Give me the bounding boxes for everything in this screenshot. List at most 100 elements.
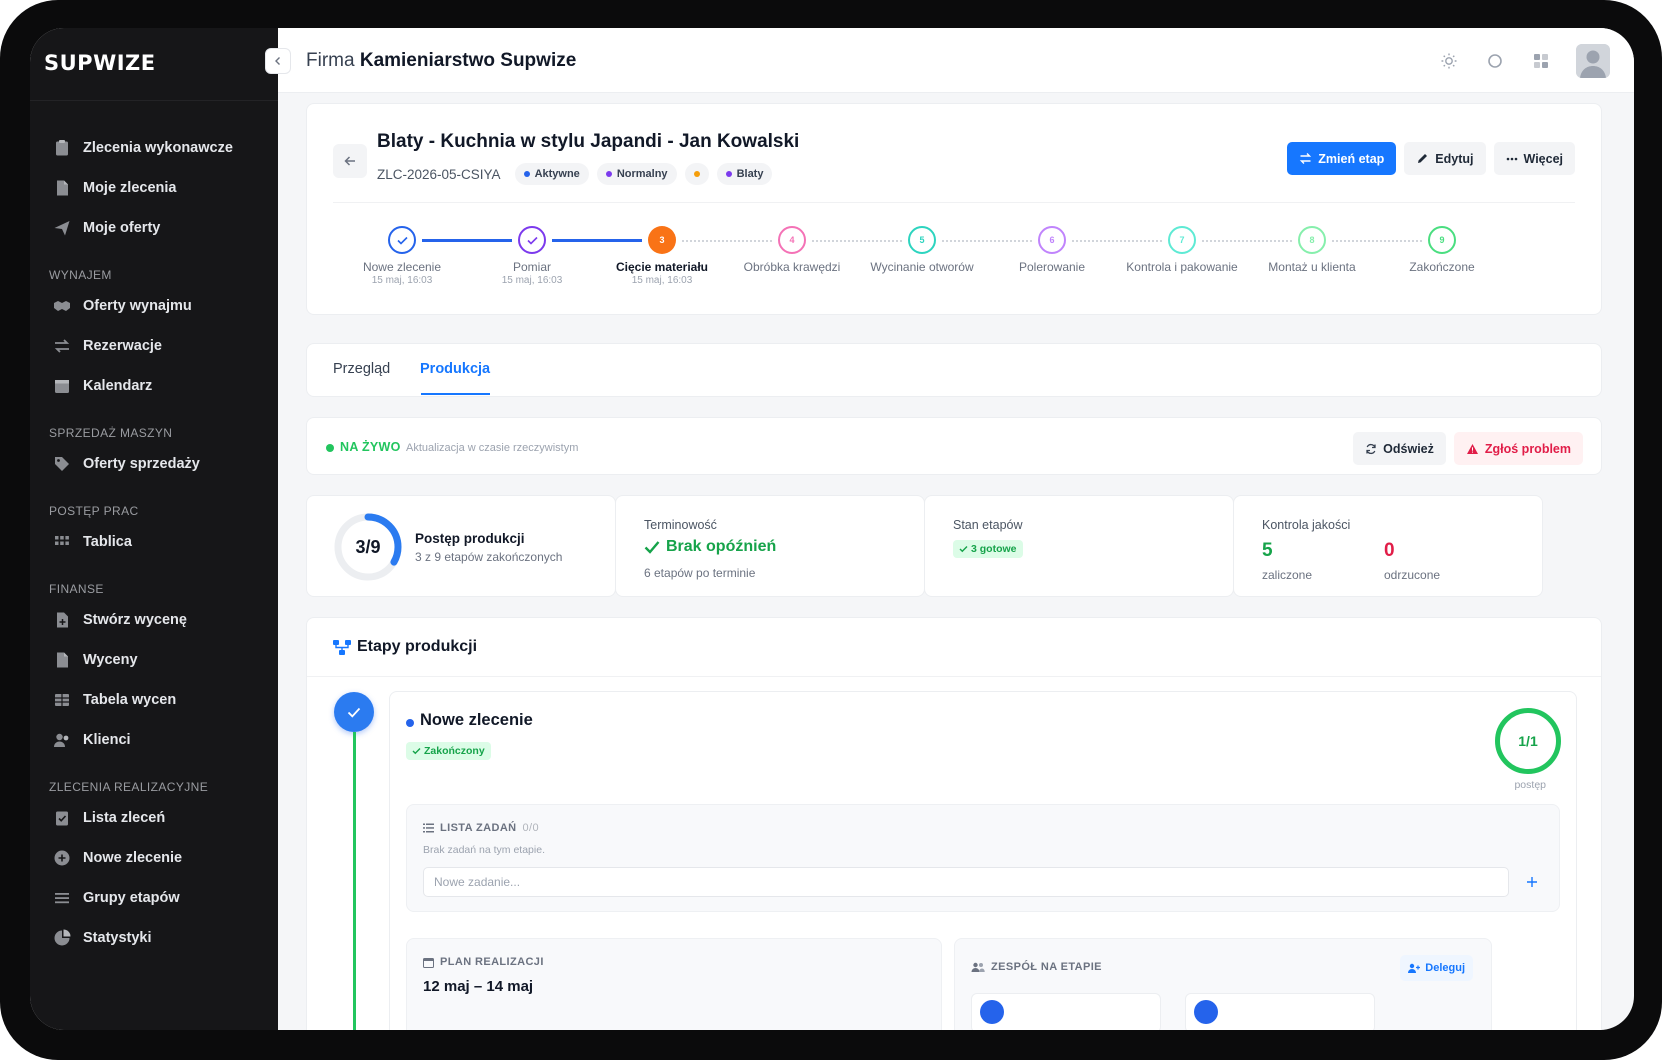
quality-rejected-count: 0 <box>1384 540 1395 561</box>
sidebar-item-tabela-wycen[interactable]: Tabela wycen <box>30 680 278 720</box>
sidebar-item-zlecenia-wykonawcze[interactable]: Zlecenia wykonawcze <box>30 128 278 168</box>
check-icon <box>347 707 361 718</box>
sidebar-section-title: POSTĘP PRAC <box>49 504 139 518</box>
stepper-step[interactable]: 4 Obróbka krawędzi <box>727 226 857 274</box>
sidebar-item-stwórz-wycenę[interactable]: Stwórz wycenę <box>30 600 278 640</box>
sidebar-item-kalendarz[interactable]: Kalendarz <box>30 366 278 406</box>
top-actions <box>1438 44 1610 78</box>
step-number: 3 <box>648 226 676 254</box>
step-label: Zakończone <box>1409 260 1475 274</box>
tab-production[interactable]: Produkcja <box>420 361 490 377</box>
member-avatar <box>1194 1000 1218 1024</box>
sidebar-item-label: Oferty sprzedaży <box>83 456 200 472</box>
sidebar-item-label: Wyceny <box>83 652 138 668</box>
sidebar-item-label: Klienci <box>83 732 131 748</box>
plan-header: PLAN REALIZACJI <box>423 956 544 968</box>
list-icon <box>423 823 434 833</box>
stage-progress-ring: 1/1 <box>1495 708 1561 774</box>
timeline-line <box>353 732 356 1030</box>
sidebar-item-wyceny[interactable]: Wyceny <box>30 640 278 680</box>
step-label: Nowe zlecenie <box>362 260 442 274</box>
refresh-button[interactable]: Odśwież <box>1353 432 1446 465</box>
sidebar-item-rezerwacje[interactable]: Rezerwacje <box>30 326 278 366</box>
sidebar-item-grupy-etapów[interactable]: Grupy etapów <box>30 878 278 918</box>
step-label: Obróbka krawędzi <box>743 260 841 274</box>
sidebar-item-statystyki[interactable]: Statystyki <box>30 918 278 958</box>
delegate-button[interactable]: Deleguj <box>1400 955 1473 981</box>
order-header-card: Blaty - Kuchnia w stylu Japandi - Jan Ko… <box>306 103 1602 315</box>
stepper-step[interactable]: Pomiar 15 maj, 16:03 <box>467 226 597 286</box>
sidebar-nav: Zlecenia wykonawcze Moje zlecenia Moje ofe… <box>30 128 278 958</box>
stepper-step[interactable]: 7 Kontrola i pakowanie <box>1117 226 1247 274</box>
top-bar: Firma Kamieniarstwo Supwize <box>265 28 1634 93</box>
sidebar-item-label: Zlecenia wykonawcze <box>83 140 233 156</box>
quality-passed-label: zaliczone <box>1262 568 1313 582</box>
stepper-step[interactable]: Nowe zlecenie 15 maj, 16:03 <box>337 226 467 286</box>
ready-badge-label: 3 gotowe <box>971 543 1017 555</box>
step-number: 8 <box>1298 226 1326 254</box>
live-indicator-dot <box>326 444 334 452</box>
stages-divider <box>307 676 1601 677</box>
sidebar-item-label: Moje zlecenia <box>83 180 177 196</box>
team-member-card[interactable] <box>1185 993 1375 1030</box>
sidebar-collapse-button[interactable] <box>265 48 291 74</box>
calendar-icon <box>53 377 71 395</box>
live-status-bar: NA ŻYWO Aktualizacja w czasie rzeczywist… <box>306 417 1602 475</box>
handshake-icon <box>53 297 71 315</box>
stage-stepper: Nowe zlecenie 15 maj, 16:03 Pomiar 15 maj, … <box>337 226 1507 296</box>
edit-label: Edytuj <box>1435 151 1474 166</box>
stepper-step[interactable]: 9 Zakończone <box>1377 226 1507 274</box>
sidebar-item-label: Nowe zlecenie <box>83 850 183 866</box>
stepper-step[interactable]: 6 Polerowanie <box>987 226 1117 274</box>
sun-icon[interactable] <box>1438 50 1460 72</box>
user-avatar[interactable] <box>1576 44 1610 78</box>
sidebar-item-oferty-sprzedaży[interactable]: Oferty sprzedaży <box>30 444 278 484</box>
sidebar-item-lista-zleceń[interactable]: Lista zleceń <box>30 798 278 838</box>
add-task-button[interactable] <box>1519 869 1545 895</box>
team-title: ZESPÓŁ NA ETAPIE <box>991 961 1102 973</box>
circle-icon[interactable] <box>1484 50 1506 72</box>
progress-subtitle: 3 z 9 etapów zakończonych <box>415 550 563 564</box>
pill-dot <box>693 171 700 177</box>
calendar-icon <box>423 957 434 968</box>
users-icon <box>971 962 985 972</box>
apps-grid-icon[interactable] <box>1530 50 1552 72</box>
stepper-step[interactable]: 8 Montaż u klienta <box>1247 226 1377 274</box>
report-problem-button[interactable]: Zgłoś problem <box>1453 432 1583 465</box>
workflow-icon <box>333 640 351 661</box>
new-task-input[interactable] <box>423 867 1509 897</box>
step-label: Pomiar <box>512 260 551 274</box>
company-title: Kamieniarstwo Supwize <box>359 50 577 71</box>
check-icon <box>412 748 421 755</box>
team-panel: ZESPÓŁ NA ETAPIE Deleguj <box>954 938 1492 1030</box>
progress-title: Postęp produkcji <box>415 531 525 546</box>
stepper-step[interactable]: 3 Cięcie materiału 15 maj, 16:03 <box>597 226 727 286</box>
user-plus-icon <box>1408 963 1421 973</box>
sidebar-item-nowe-zlecenie[interactable]: Nowe zlecenie <box>30 838 278 878</box>
tab-overview[interactable]: Przegląd <box>333 361 390 377</box>
sidebar-item-klienci[interactable]: Klienci <box>30 720 278 760</box>
header-divider <box>333 202 1575 203</box>
timeliness-subtitle: 6 etapów po terminie <box>644 566 756 580</box>
order-pill: Blaty <box>716 163 773 185</box>
sidebar-item-oferty-wynajmu[interactable]: Oferty wynajmu <box>30 286 278 326</box>
stage-complete-marker <box>334 692 374 732</box>
more-button[interactable]: Więcej <box>1493 142 1575 175</box>
stepper-step[interactable]: 5 Wycinanie otworów <box>857 226 987 274</box>
sidebar-section-title: WYNAJEM <box>49 268 112 282</box>
sidebar-item-moje-oferty[interactable]: Moje oferty <box>30 208 278 248</box>
sidebar-item-tablica[interactable]: Tablica <box>30 522 278 562</box>
edit-button[interactable]: Edytuj <box>1404 142 1486 175</box>
back-button[interactable] <box>333 144 367 178</box>
tag-icon <box>53 455 71 473</box>
team-member-card[interactable] <box>971 993 1161 1030</box>
stat-progress-card: 3/9 Postęp produkcji 3 z 9 etapów zakońc… <box>306 495 616 597</box>
send-icon <box>53 219 71 237</box>
sidebar-item-moje-zlecenia[interactable]: Moje zlecenia <box>30 168 278 208</box>
task-list-empty: Brak zadań na tym etapie. <box>423 844 545 856</box>
clipboard-check-icon <box>53 809 71 827</box>
stat-stages-card: Stan etapów 3 gotowe <box>924 495 1234 597</box>
change-stage-button[interactable]: Zmień etap <box>1287 142 1397 175</box>
swap-icon <box>1300 153 1312 164</box>
pill-label: Aktywne <box>534 168 580 180</box>
